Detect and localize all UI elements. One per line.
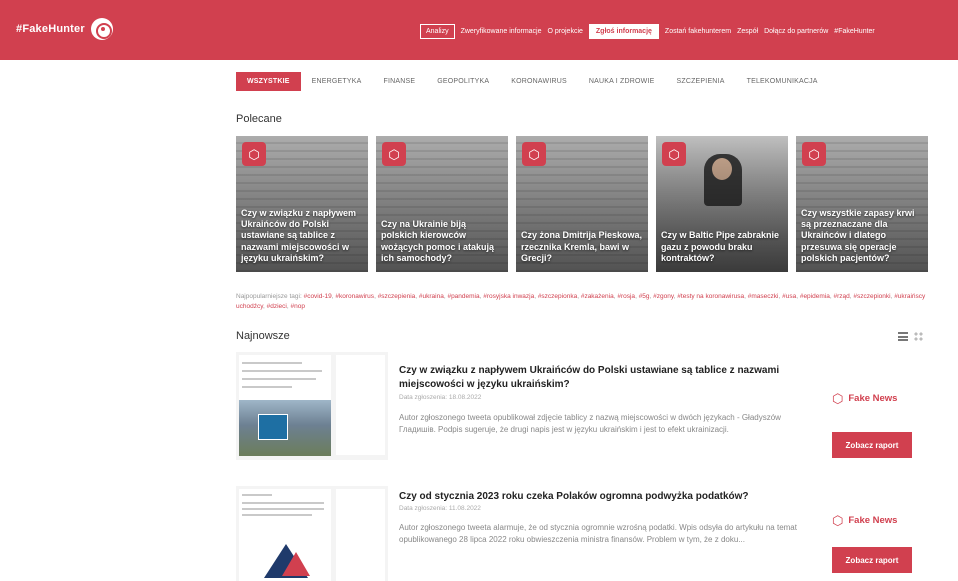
brand[interactable]: #FakeHunter (16, 18, 113, 40)
fakehunter-badge-icon: ⬡ (382, 142, 406, 166)
grid-view-icon[interactable] (914, 332, 923, 341)
tag-link[interactable]: #5g (639, 293, 650, 300)
tab-geopolityka[interactable]: GEOPOLITYKA (426, 72, 500, 91)
nav-o-projekcie[interactable]: O projekcie (548, 28, 583, 35)
fakehunter-badge-icon: ⬡ (522, 142, 546, 166)
article-thumbnail[interactable] (236, 352, 388, 460)
featured-card[interactable]: ⬡ Czy na Ukrainie biją polskich kierowcó… (376, 136, 508, 272)
card-title: Czy żona Dmitrija Pieskowa, rzecznika Kr… (521, 230, 643, 263)
verdict-label: Fake News (848, 393, 898, 404)
tab-energetyka[interactable]: ENERGETYKA (301, 72, 373, 91)
category-tabs: WSZYSTKIE ENERGETYKA FINANSE GEOPOLITYKA… (236, 72, 829, 91)
tag-link[interactable]: #szczepienia (378, 293, 416, 300)
fakehunter-badge-icon: ⬡ (242, 142, 266, 166)
article-excerpt: Autor zgłoszonego tweeta alarmuje, że od… (399, 523, 797, 545)
tag-link[interactable]: #pandemia (447, 293, 479, 300)
nav-dolacz-do-partnerow[interactable]: Dołącz do partnerów (764, 28, 828, 35)
tag-link[interactable]: #dzieci (267, 303, 287, 310)
report-info-button[interactable]: Zgłoś informację (588, 24, 659, 39)
text-line (242, 514, 312, 516)
article-title[interactable]: Czy w związku z napływem Ukraińców do Po… (399, 364, 819, 391)
list-view-icon[interactable] (898, 332, 908, 341)
article-meta: Data zgłoszenia: 18.08.2022 (399, 394, 482, 401)
text-line (242, 378, 316, 380)
verdict-label: Fake News (848, 515, 898, 526)
tab-szczepienia[interactable]: SZCZEPIENIA (665, 72, 735, 91)
nav-analizy[interactable]: Analizy (420, 24, 455, 39)
view-toggle (898, 332, 923, 341)
brand-name: #FakeHunter (16, 23, 85, 35)
target-logo-icon (90, 18, 113, 40)
tag-link[interactable]: #covid-19 (304, 293, 332, 300)
fakehunter-badge-icon: ⬡ (662, 142, 686, 166)
article-title[interactable]: Czy od stycznia 2023 roku czeka Polaków … (399, 490, 819, 504)
tag-link[interactable]: #koronawirus (335, 293, 374, 300)
tag-link[interactable]: #testy na koronawirusa (677, 293, 744, 300)
featured-card[interactable]: ⬡ Czy w Baltic Pipe zabraknie gazu z pow… (656, 136, 788, 272)
tag-link[interactable]: #szczepionka (538, 293, 577, 300)
view-report-button[interactable]: Zobacz raport (832, 432, 912, 458)
article-meta: Data zgłoszenia: 11.08.2022 (399, 505, 481, 512)
text-line (242, 386, 292, 388)
nav-zweryfikowane[interactable]: Zweryfikowane informacje (461, 28, 542, 35)
popular-tags: Najpopularniejsze tagi: #covid-19, #koro… (236, 293, 926, 311)
featured-cards: ⬡ Czy w związku z napływem Ukraińców do … (236, 136, 928, 272)
text-line (242, 370, 322, 372)
fakehunter-verdict-icon: ⬡ (832, 391, 844, 406)
latest-heading: Najnowsze (236, 330, 290, 342)
road-sign (258, 414, 288, 440)
tag-link[interactable]: #rosyjska inwazja (483, 293, 534, 300)
tag-link[interactable]: #rząd (833, 293, 849, 300)
tag-link[interactable]: #epidemia (800, 293, 830, 300)
tag-link[interactable]: #zgony (653, 293, 673, 300)
fakehunter-badge-icon: ⬡ (802, 142, 826, 166)
logo-shape-accent (282, 552, 310, 576)
tags-label: Najpopularniejsze tagi: (236, 293, 302, 300)
featured-heading: Polecane (236, 113, 282, 125)
article-excerpt: Autor zgłoszonego tweeta opublikował zdj… (399, 413, 781, 435)
text-line (242, 508, 324, 510)
nav-fakehunter[interactable]: #FakeHunter (834, 28, 874, 35)
article-item: Czy od stycznia 2023 roku czeka Polaków … (236, 486, 926, 581)
tweet-sidebar (336, 489, 385, 581)
card-title: Czy wszystkie zapasy krwi są przeznaczan… (801, 207, 915, 263)
tab-finanse[interactable]: FINANSE (373, 72, 427, 91)
tag-link[interactable]: #ukraina (419, 293, 444, 300)
card-title: Czy w Baltic Pipe zabraknie gazu z powod… (661, 230, 780, 263)
text-line (242, 502, 324, 504)
article-thumbnail[interactable] (236, 486, 388, 581)
tag-link[interactable]: #maseczki (748, 293, 779, 300)
tab-wszystkie[interactable]: WSZYSTKIE (236, 72, 301, 91)
article-item: Czy w związku z napływem Ukraińców do Po… (236, 352, 926, 470)
tag-link[interactable]: #zakażenia (581, 293, 614, 300)
verdict-badge: ⬡ Fake News (832, 514, 897, 527)
tweet-sidebar (336, 355, 385, 455)
card-title: Czy na Ukrainie biją polskich kierowców … (381, 219, 495, 263)
card-title: Czy w związku z napływem Ukraińców do Po… (241, 207, 357, 263)
tag-link[interactable]: #szczepionki (853, 293, 890, 300)
tab-koronawirus[interactable]: KORONAWIRUS (500, 72, 578, 91)
text-line (242, 362, 302, 364)
view-report-button[interactable]: Zobacz raport (832, 547, 912, 573)
nav-zespol[interactable]: Zespół (737, 28, 758, 35)
tag-link[interactable]: #nop (290, 303, 304, 310)
verdict-badge: ⬡ Fake News (832, 392, 897, 405)
featured-card[interactable]: ⬡ Czy żona Dmitrija Pieskowa, rzecznika … (516, 136, 648, 272)
tag-link[interactable]: #usa (782, 293, 796, 300)
tab-telekomunikacja[interactable]: TELEKOMUNIKACJA (736, 72, 829, 91)
tag-link[interactable]: #rosja (617, 293, 635, 300)
top-navigation-bar: #FakeHunter Analizy Zweryfikowane inform… (0, 0, 958, 60)
fakehunter-verdict-icon: ⬡ (832, 513, 844, 528)
main-menu: Analizy Zweryfikowane informacje O proje… (420, 24, 875, 39)
tab-nauka-i-zdrowie[interactable]: NAUKA I ZDROWIE (578, 72, 666, 91)
featured-card[interactable]: ⬡ Czy w związku z napływem Ukraińców do … (236, 136, 368, 272)
text-line (242, 494, 272, 496)
featured-card[interactable]: ⬡ Czy wszystkie zapasy krwi są przeznacz… (796, 136, 928, 272)
nav-zostan-fakehunterem[interactable]: Zostań fakehunterem (665, 28, 731, 35)
